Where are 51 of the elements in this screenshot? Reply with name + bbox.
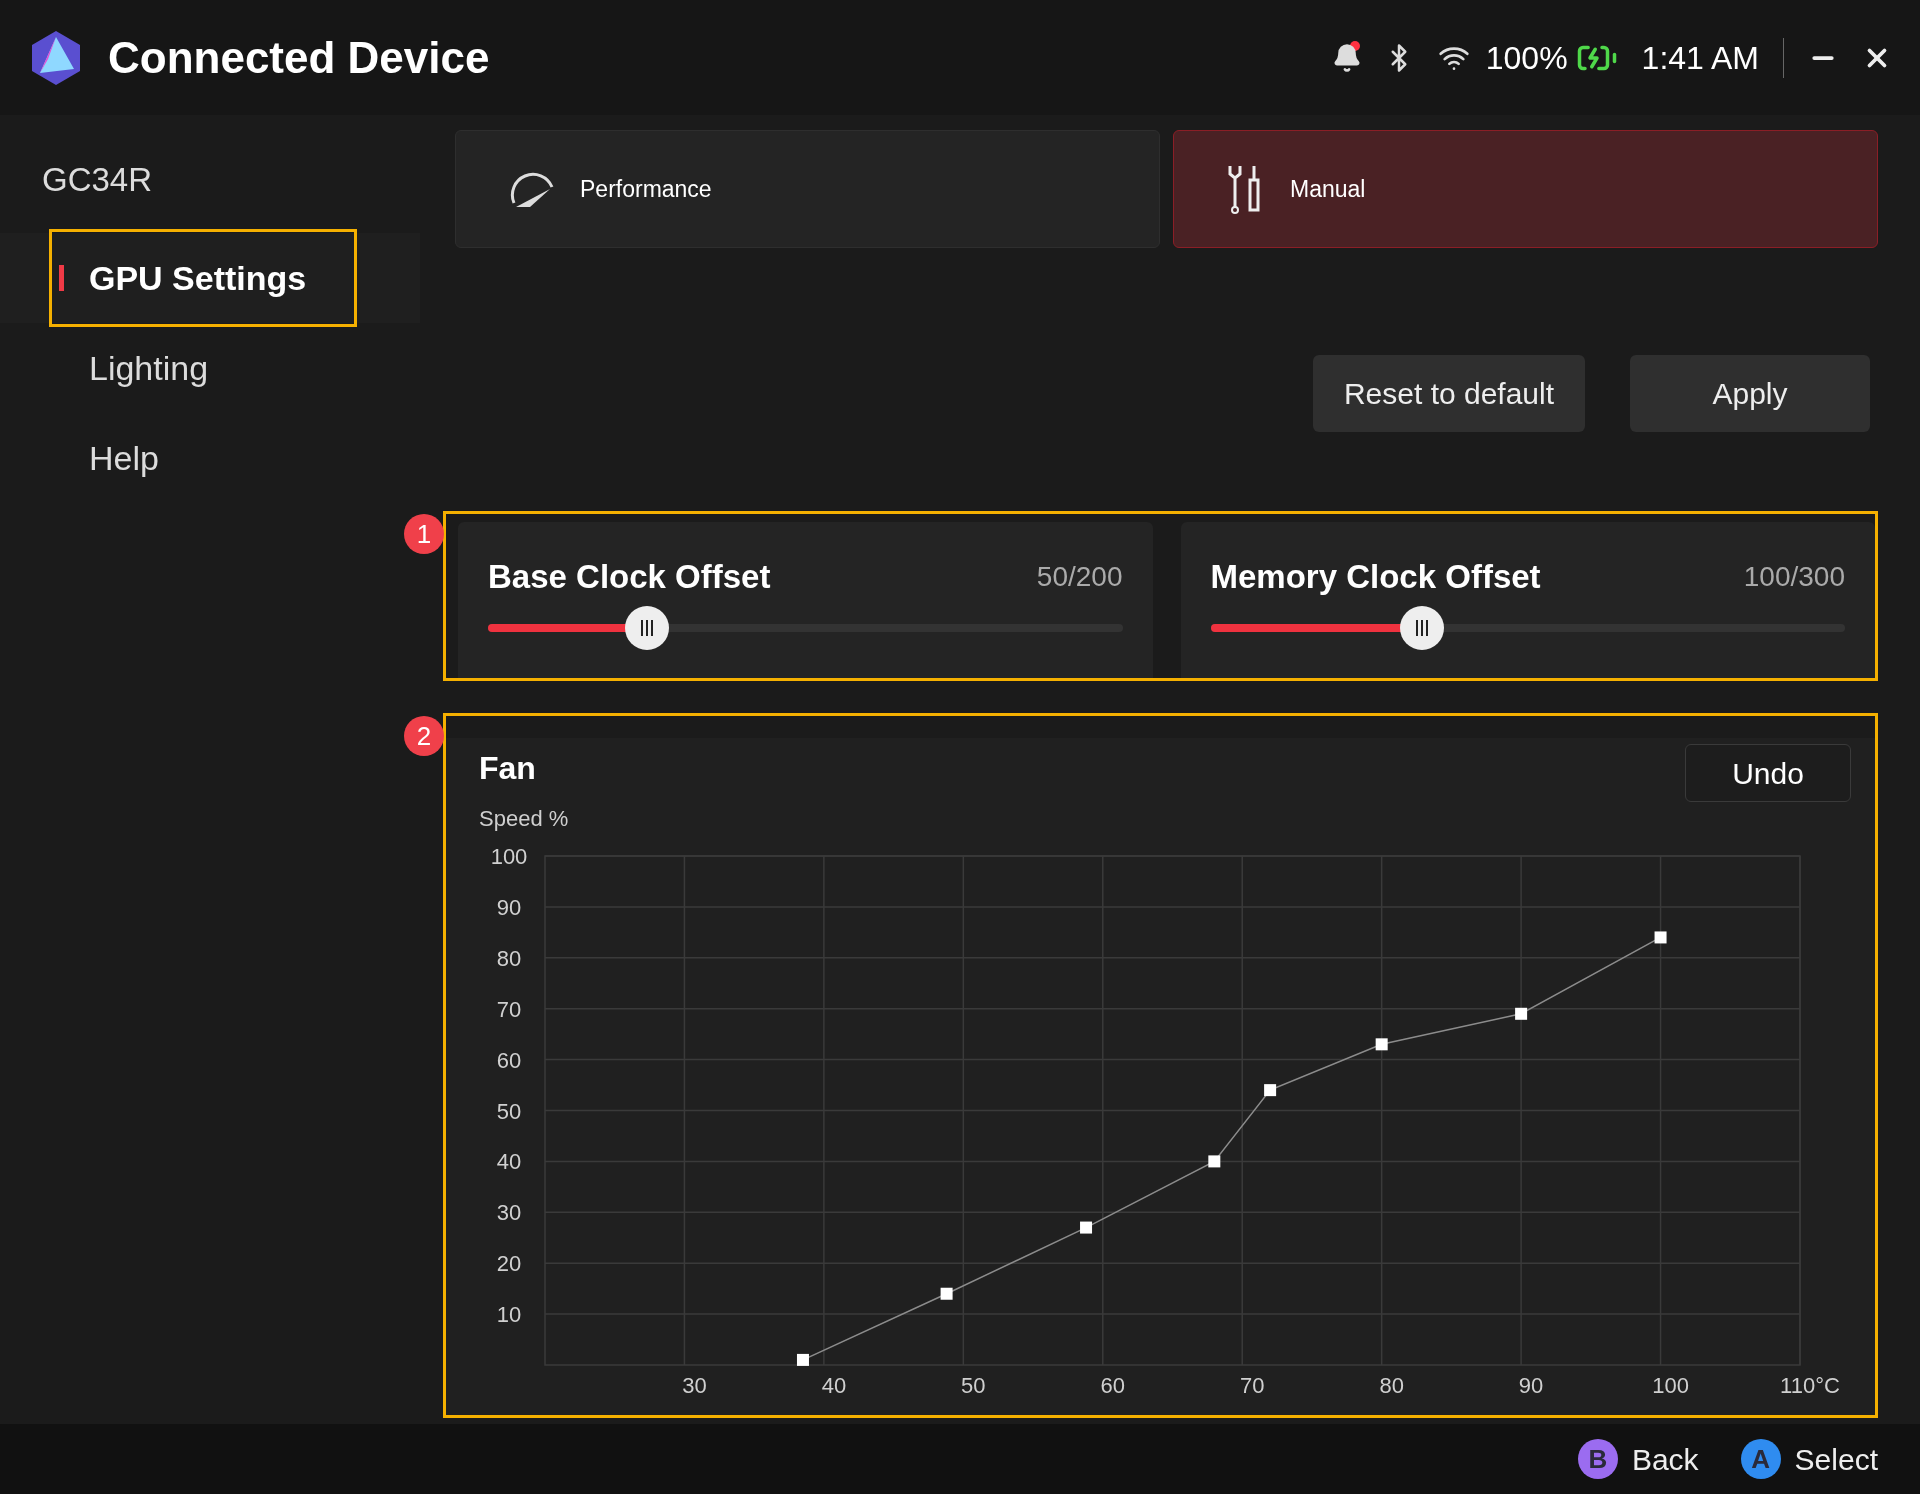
mode-tab[interactable]: Performance [455, 130, 1160, 248]
controller-key-badge: B [1577, 1439, 1618, 1479]
curve-point-handle[interactable] [1080, 1221, 1093, 1234]
slider-label: Base Clock Offset [488, 557, 771, 597]
x-tick-label: 90 [1518, 1373, 1544, 1398]
curve-point-handle[interactable] [1515, 1007, 1528, 1020]
action-button[interactable]: Reset to default [1313, 355, 1585, 432]
undo-button[interactable]: Undo [1685, 744, 1851, 802]
section-title: Fan [479, 749, 536, 788]
action-button[interactable]: Apply [1630, 355, 1870, 432]
y-tick-label: 40 [496, 1149, 522, 1175]
clock-time: 1:41 AM [1641, 38, 1759, 78]
device-name: GC34R [41, 160, 154, 200]
window-title: Connected Device [108, 31, 490, 84]
curve-point-handle[interactable] [940, 1287, 953, 1300]
y-tick-label: 20 [496, 1251, 522, 1277]
curve-point-handle[interactable] [1208, 1155, 1221, 1168]
x-tick-label: 100 [1652, 1373, 1689, 1398]
y-tick-label: 80 [496, 945, 522, 971]
battery-percentage: 100% [1485, 38, 1568, 78]
controller-key-badge: A [1740, 1439, 1781, 1479]
x-tick-label: 30 [682, 1373, 707, 1398]
y-tick-label: 90 [496, 894, 522, 920]
curve-point-handle[interactable] [1264, 1084, 1277, 1097]
y-tick-label: 70 [496, 996, 522, 1022]
x-tick-label: 70 [1240, 1373, 1265, 1398]
slider-label: Memory Clock Offset [1210, 557, 1541, 597]
mode-tab[interactable]: Manual [1173, 130, 1878, 248]
y-tick-label: 10 [496, 1302, 522, 1328]
curve-point-handle[interactable] [796, 1353, 809, 1366]
y-tick-label: 100 [490, 844, 528, 869]
y-tick-label: 60 [496, 1047, 522, 1073]
x-tick-label: 50 [961, 1373, 986, 1398]
slider-reading: 50/200 [1036, 559, 1123, 594]
sidebar-item[interactable]: Help [0, 413, 420, 503]
footer-hint: Select [1794, 1441, 1878, 1478]
x-tick-label: 60 [1100, 1373, 1125, 1398]
curve-point-handle[interactable] [1654, 931, 1667, 944]
selection-indicator [59, 265, 64, 291]
x-tick-label: 110°C [1780, 1373, 1840, 1398]
y-tick-label: 30 [496, 1200, 522, 1226]
callout-number-badge: 2 [404, 716, 444, 756]
axis-label: Speed % [479, 805, 570, 833]
sidebar-item[interactable]: Lighting [0, 323, 420, 413]
y-tick-label: 50 [496, 1098, 522, 1124]
slider-reading: 100/300 [1743, 559, 1845, 594]
curve-point-handle[interactable] [1375, 1038, 1388, 1051]
footer-hint: Back [1631, 1441, 1699, 1478]
x-tick-label: 80 [1379, 1373, 1404, 1398]
x-tick-label: 40 [821, 1373, 847, 1398]
callout-number-badge: 1 [404, 514, 444, 554]
